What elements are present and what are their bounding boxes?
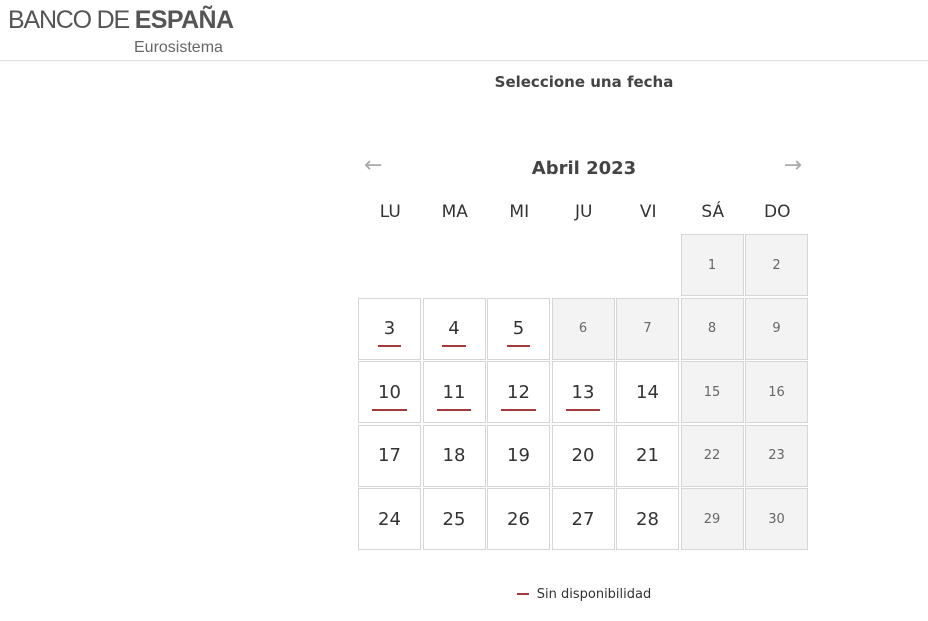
day-number: 23	[768, 448, 785, 463]
day-cell-14[interactable]: 14	[616, 361, 679, 423]
day-cell-2: 2	[745, 234, 808, 296]
calendar-day-grid: 1 2 3 4 5 6 7 8 9 10 11 12 13 14 15 16 17 18 19 20 21 22 23 24 2…	[358, 234, 810, 550]
logo-name-bold: ESPAÑA	[134, 6, 234, 34]
day-cell-10: 10	[358, 361, 421, 423]
day-number: 5	[506, 318, 531, 347]
day-cell-15: 15	[680, 361, 744, 423]
day-cell-8: 8	[680, 297, 744, 360]
weekday-label: MI	[509, 202, 530, 222]
unavailable-swatch-icon	[516, 592, 529, 595]
day-cell-16: 16	[745, 361, 808, 423]
day-number: 11	[436, 381, 472, 411]
day-cell-29: 29	[680, 488, 744, 550]
empty-day-cell	[552, 234, 615, 296]
day-number: 29	[703, 511, 721, 527]
empty-day-cell	[423, 234, 486, 296]
day-cell-20[interactable]: 20	[551, 424, 615, 487]
day-cell-11: 11	[422, 361, 486, 423]
weekday-label: JU	[575, 202, 593, 222]
day-number: 19	[507, 445, 530, 466]
day-cell-28[interactable]: 28	[616, 488, 679, 550]
day-number: 6	[578, 321, 588, 336]
empty-day-cell	[487, 234, 550, 296]
weekday-header-row: LU MA MI JU VI SÁ DO	[358, 190, 810, 234]
day-number: 21	[636, 445, 659, 466]
day-cell-7: 7	[616, 297, 679, 360]
day-number: 16	[768, 384, 785, 400]
day-number: 28	[636, 508, 659, 530]
day-cell-5: 5	[487, 297, 550, 360]
day-cell-19[interactable]: 19	[487, 424, 550, 487]
weekday-label: DO	[764, 202, 791, 222]
weekday-label: VI	[639, 202, 657, 222]
day-cell-23: 23	[745, 424, 808, 487]
weekday-label: SÁ	[701, 202, 725, 222]
day-number: 25	[442, 508, 466, 530]
calendar-legend: Sin disponibilidad	[0, 587, 928, 602]
day-cell-18[interactable]: 18	[422, 424, 486, 487]
day-number: 8	[707, 321, 717, 336]
day-number: 12	[501, 381, 536, 411]
banco-de-espana-logo[interactable]: BANCO DE ESPAÑA Eurosistema	[8, 6, 238, 58]
date-picker-calendar: ← Abril 2023 → LU MA MI JU VI SÁ DO 1234567891…	[358, 150, 810, 550]
day-number: 13	[565, 381, 601, 411]
day-cell-6: 6	[551, 297, 615, 360]
site-header: BANCO DE ESPAÑA Eurosistema	[0, 0, 928, 61]
day-cell-27[interactable]: 27	[551, 488, 615, 550]
day-number: 7	[643, 321, 652, 336]
day-cell-3: 3	[358, 297, 421, 360]
weekday-label: LU	[379, 202, 401, 222]
day-cell-4: 4	[422, 297, 486, 360]
day-number: 27	[571, 508, 595, 530]
legend-unavailable-label: Sin disponibilidad	[536, 587, 652, 602]
day-number: 4	[442, 318, 467, 347]
day-number: 24	[378, 508, 401, 530]
day-number: 26	[507, 508, 530, 530]
day-cell-9: 9	[745, 297, 808, 360]
day-number: 9	[772, 321, 781, 336]
empty-day-cell	[358, 234, 421, 296]
day-number: 3	[377, 318, 402, 347]
day-number: 20	[571, 445, 595, 466]
logo-wordmark: BANCO DE ESPAÑA	[8, 6, 234, 35]
day-number: 2	[772, 257, 781, 273]
day-cell-30: 30	[745, 488, 808, 550]
day-cell-1: 1	[680, 234, 744, 296]
day-number: 10	[372, 381, 407, 411]
weekday-label: MA	[441, 202, 468, 222]
day-number: 15	[703, 384, 721, 400]
day-number: 18	[442, 445, 466, 466]
day-cell-13: 13	[551, 361, 615, 423]
day-number: 14	[636, 381, 659, 403]
day-cell-25[interactable]: 25	[422, 488, 486, 550]
calendar-navigation: ← Abril 2023 →	[358, 150, 810, 190]
month-label: Abril 2023	[531, 158, 637, 179]
day-cell-17[interactable]: 17	[358, 424, 421, 487]
day-cell-21[interactable]: 21	[616, 424, 679, 487]
day-cell-12: 12	[487, 361, 550, 423]
day-cell-26[interactable]: 26	[487, 488, 550, 550]
day-number: 17	[378, 445, 401, 466]
day-cell-24[interactable]: 24	[358, 488, 421, 550]
page-title: Seleccione una fecha	[494, 73, 674, 91]
day-cell-22: 22	[680, 424, 744, 487]
day-number: 22	[703, 448, 721, 463]
day-number: 1	[707, 257, 717, 273]
next-month-arrow-icon[interactable]: →	[784, 154, 802, 178]
logo-subtitle: Eurosistema	[134, 39, 223, 56]
logo-name-light: BANCO DE	[8, 6, 135, 34]
day-number: 30	[768, 511, 785, 527]
empty-day-cell	[616, 234, 679, 296]
